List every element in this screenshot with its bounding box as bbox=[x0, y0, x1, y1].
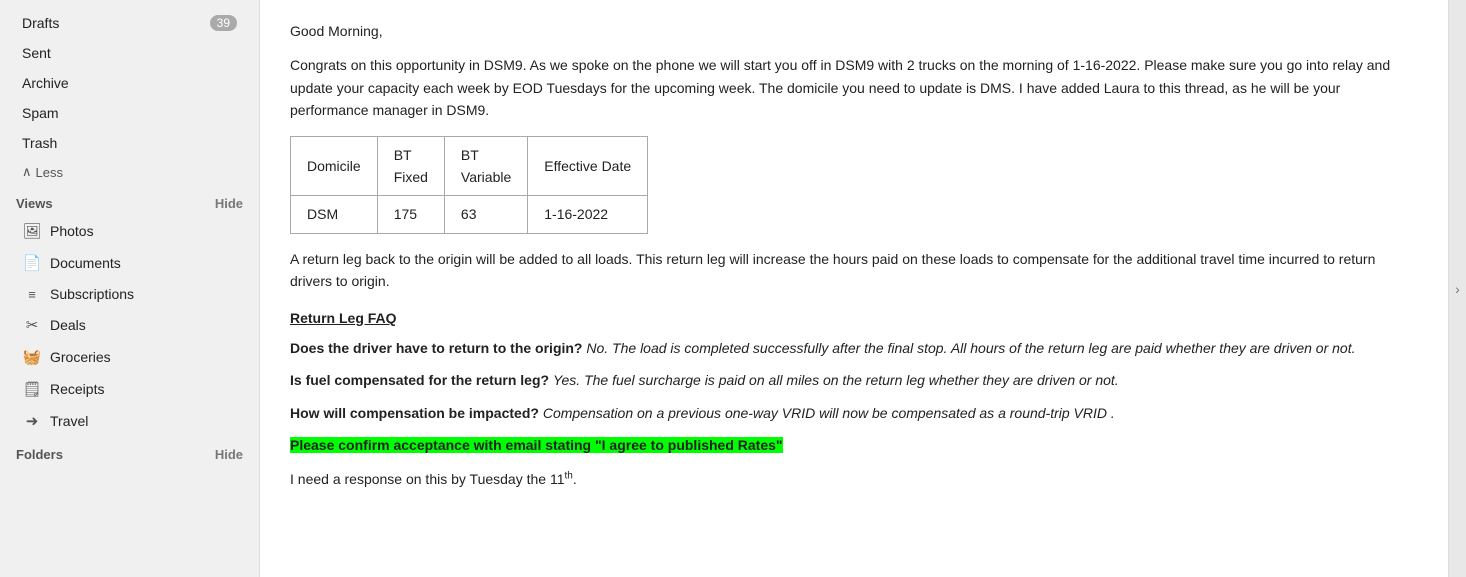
highlight-text: Please confirm acceptance with email sta… bbox=[290, 437, 783, 453]
sidebar-item-sent[interactable]: Sent bbox=[6, 39, 253, 67]
views-label: Views bbox=[16, 196, 53, 211]
faq-item-3: How will compensation be impacted? Compe… bbox=[290, 402, 1418, 424]
folders-label: Folders bbox=[16, 447, 63, 462]
receipts-label: Receipts bbox=[50, 381, 237, 397]
sidebar: Drafts 39 Sent Archive Spam Trash ∧ Less… bbox=[0, 0, 260, 577]
faq-answer-1: No. The load is completed successfully a… bbox=[586, 340, 1355, 356]
rates-table: Domicile BTFixed BTVariable Effective Da… bbox=[290, 136, 648, 234]
travel-icon: ➜ bbox=[22, 412, 42, 430]
groceries-icon: 🧺 bbox=[22, 348, 42, 366]
documents-label: Documents bbox=[50, 255, 237, 271]
table-header-effective-date: Effective Date bbox=[528, 136, 648, 196]
drafts-label: Drafts bbox=[22, 15, 210, 31]
sidebar-item-subscriptions[interactable]: ≡ Subscriptions bbox=[6, 280, 253, 308]
sidebar-item-archive[interactable]: Archive bbox=[6, 69, 253, 97]
table-cell-bt-fixed: 175 bbox=[377, 196, 444, 233]
documents-icon: 📄 bbox=[22, 254, 42, 272]
table-cell-bt-variable: 63 bbox=[444, 196, 527, 233]
sent-label: Sent bbox=[22, 45, 237, 61]
faq-answer-3: Compensation on a previous one-way VRID … bbox=[543, 405, 1115, 421]
faq-item-1: Does the driver have to return to the or… bbox=[290, 337, 1418, 359]
spam-label: Spam bbox=[22, 105, 237, 121]
travel-label: Travel bbox=[50, 413, 237, 429]
trash-label: Trash bbox=[22, 135, 237, 151]
photos-icon: 🖼 bbox=[22, 222, 42, 240]
drafts-badge: 39 bbox=[210, 15, 237, 31]
table-header-domicile: Domicile bbox=[291, 136, 378, 196]
sidebar-item-photos[interactable]: 🖼 Photos bbox=[6, 216, 253, 246]
sidebar-item-documents[interactable]: 📄 Documents bbox=[6, 248, 253, 278]
deals-label: Deals bbox=[50, 317, 237, 333]
closing-text: I need a response on this by Tuesday the… bbox=[290, 471, 564, 487]
email-body1: Congrats on this opportunity in DSM9. As… bbox=[290, 54, 1418, 121]
receipts-icon: 🗒 bbox=[22, 380, 42, 398]
photos-label: Photos bbox=[50, 223, 237, 239]
groceries-label: Groceries bbox=[50, 349, 237, 365]
closing-superscript: th bbox=[564, 471, 572, 482]
sidebar-item-receipts[interactable]: 🗒 Receipts bbox=[6, 374, 253, 404]
right-arrow-icon: › bbox=[1455, 281, 1460, 297]
closing-end: . bbox=[573, 471, 577, 487]
table-cell-domicile: DSM bbox=[291, 196, 378, 233]
sidebar-item-drafts[interactable]: Drafts 39 bbox=[6, 9, 253, 37]
email-closing: I need a response on this by Tuesday the… bbox=[290, 468, 1418, 490]
sidebar-item-deals[interactable]: ✂ Deals bbox=[6, 310, 253, 340]
subscriptions-label: Subscriptions bbox=[50, 286, 237, 302]
subscriptions-icon: ≡ bbox=[22, 287, 42, 302]
faq-title: Return Leg FAQ bbox=[290, 307, 1418, 329]
archive-label: Archive bbox=[22, 75, 237, 91]
right-collapse-button[interactable]: › bbox=[1448, 0, 1466, 577]
email-content: Good Morning, Congrats on this opportuni… bbox=[260, 0, 1448, 577]
deals-icon: ✂ bbox=[22, 316, 42, 334]
table-row: DSM 175 63 1-16-2022 bbox=[291, 196, 648, 233]
sidebar-item-trash[interactable]: Trash bbox=[6, 129, 253, 157]
email-body2: A return leg back to the origin will be … bbox=[290, 248, 1418, 293]
faq-question-3: How will compensation be impacted? bbox=[290, 405, 539, 421]
sidebar-item-groceries[interactable]: 🧺 Groceries bbox=[6, 342, 253, 372]
table-header-bt-variable: BTVariable bbox=[444, 136, 527, 196]
table-cell-effective-date: 1-16-2022 bbox=[528, 196, 648, 233]
sidebar-item-travel[interactable]: ➜ Travel bbox=[6, 406, 253, 436]
folders-hide-button[interactable]: Hide bbox=[215, 447, 243, 462]
email-greeting: Good Morning, bbox=[290, 20, 1418, 42]
views-section-header: Views Hide bbox=[0, 186, 259, 215]
less-label: Less bbox=[36, 165, 63, 180]
faq-question-2: Is fuel compensated for the return leg? bbox=[290, 372, 549, 388]
faq-answer-2: Yes. The fuel surcharge is paid on all m… bbox=[553, 372, 1119, 388]
views-hide-button[interactable]: Hide bbox=[215, 196, 243, 211]
email-body: Good Morning, Congrats on this opportuni… bbox=[290, 20, 1418, 491]
main-area: Good Morning, Congrats on this opportuni… bbox=[260, 0, 1466, 577]
less-caret-icon: ∧ bbox=[22, 164, 32, 180]
sidebar-item-spam[interactable]: Spam bbox=[6, 99, 253, 127]
less-toggle[interactable]: ∧ Less bbox=[6, 159, 253, 185]
table-header-bt-fixed: BTFixed bbox=[377, 136, 444, 196]
faq-item-2: Is fuel compensated for the return leg? … bbox=[290, 369, 1418, 391]
highlight-paragraph: Please confirm acceptance with email sta… bbox=[290, 434, 1418, 456]
faq-question-1: Does the driver have to return to the or… bbox=[290, 340, 582, 356]
folders-section-header: Folders Hide bbox=[0, 437, 259, 466]
